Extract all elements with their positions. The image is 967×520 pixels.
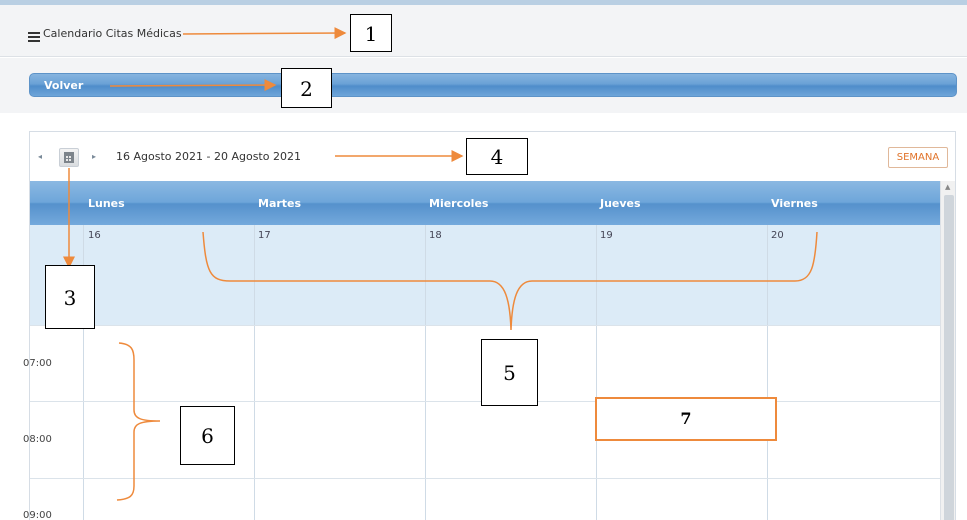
annotation-label: 6	[180, 406, 235, 465]
scroll-thumb[interactable]	[944, 195, 954, 520]
day-number: 17	[258, 230, 271, 241]
annotation-label: 5	[481, 339, 538, 406]
day-number: 18	[429, 230, 442, 241]
app-header: Calendario Citas Médicas	[0, 5, 967, 57]
annotation-label: 3	[45, 265, 95, 329]
grid-line	[30, 478, 940, 479]
page-title: Calendario Citas Médicas	[43, 27, 182, 40]
calendar-icon	[64, 152, 74, 163]
day-number: 19	[600, 230, 613, 241]
time-slot-label: 07:00	[23, 358, 52, 369]
grid-line	[767, 225, 768, 520]
grid-line	[596, 225, 597, 520]
next-week-icon[interactable]: ▸	[92, 152, 96, 161]
back-section: Volver	[0, 58, 967, 113]
day-header: Viernes	[771, 197, 818, 210]
date-range-label: 16 Agosto 2021 - 20 Agosto 2021	[116, 150, 301, 163]
scroll-up-icon[interactable]: ▲	[945, 183, 950, 191]
menu-icon[interactable]	[28, 32, 40, 42]
day-header: Jueves	[600, 197, 641, 210]
date-row: 16 17 18 19 20	[30, 225, 940, 325]
calendar-scrollbar[interactable]: ▲	[940, 181, 955, 520]
annotation-label: 1	[350, 14, 392, 52]
annotation-label: 7	[595, 397, 777, 441]
day-header: Martes	[258, 197, 302, 210]
day-number: 16	[88, 230, 101, 241]
back-button[interactable]: Volver	[29, 73, 957, 97]
day-header: Lunes	[88, 197, 125, 210]
grid-line	[425, 225, 426, 520]
annotation-label: 2	[281, 68, 332, 108]
week-view-button[interactable]: SEMANA	[888, 147, 948, 168]
annotation-label: 4	[466, 138, 528, 175]
day-header: Miercoles	[429, 197, 489, 210]
time-slot-label: 08:00	[23, 434, 52, 445]
grid-line	[254, 225, 255, 520]
time-slot-label: 09:00	[23, 510, 52, 520]
prev-week-icon[interactable]: ◂	[38, 152, 42, 161]
back-button-label: Volver	[44, 79, 84, 92]
grid-line	[30, 325, 940, 326]
calendar-panel: ◂ ▸ 16 Agosto 2021 - 20 Agosto 2021 SEMA…	[23, 131, 956, 520]
day-header-row: Lunes Martes Miercoles Jueves Viernes	[30, 181, 940, 225]
calendar-app: Calendario Citas Médicas Volver ◂ ▸ 16 A…	[0, 0, 967, 520]
day-number: 20	[771, 230, 784, 241]
calendar-picker-button[interactable]	[59, 148, 79, 167]
